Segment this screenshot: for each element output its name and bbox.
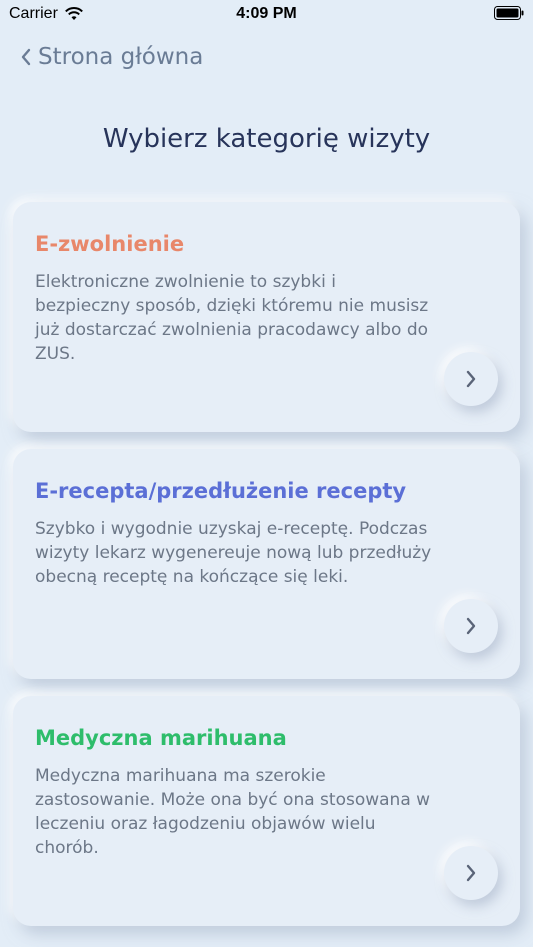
chevron-left-icon xyxy=(21,48,31,66)
card-description: Szybko i wygodnie uzyskaj e-receptę. Pod… xyxy=(35,519,432,587)
chevron-right-icon xyxy=(466,617,476,635)
back-label: Strona główna xyxy=(38,44,204,70)
card-title: Medyczna marihuana xyxy=(35,726,287,750)
category-card-e-zwolnienie[interactable]: E-zwolnienie Elektroniczne zwolnienie to… xyxy=(13,202,520,432)
card-description: Elektroniczne zwolnienie to szybki i bez… xyxy=(35,272,429,364)
chevron-right-icon xyxy=(466,370,476,388)
category-card-e-recepta[interactable]: E-recepta/przedłużenie recepty Szybko i … xyxy=(13,449,520,679)
status-bar: Carrier 4:09 PM xyxy=(0,0,533,28)
card-title: E-zwolnienie xyxy=(35,232,185,256)
card-arrow-button[interactable] xyxy=(444,599,498,653)
card-arrow-button[interactable] xyxy=(444,352,498,406)
page-title: Wybierz kategorię wizyty xyxy=(102,124,431,154)
battery-icon xyxy=(494,6,524,20)
card-description: Medyczna marihuana ma szerokie zastosowa… xyxy=(35,766,431,858)
status-time: 4:09 PM xyxy=(236,5,297,22)
chevron-right-icon xyxy=(466,864,476,882)
category-card-medyczna-marihuana[interactable]: Medyczna marihuana Medyczna marihuana ma… xyxy=(13,696,520,926)
card-title: E-recepta/przedłużenie recepty xyxy=(35,479,407,503)
card-arrow-button[interactable] xyxy=(444,846,498,900)
back-button[interactable]: Strona główna xyxy=(20,44,203,70)
